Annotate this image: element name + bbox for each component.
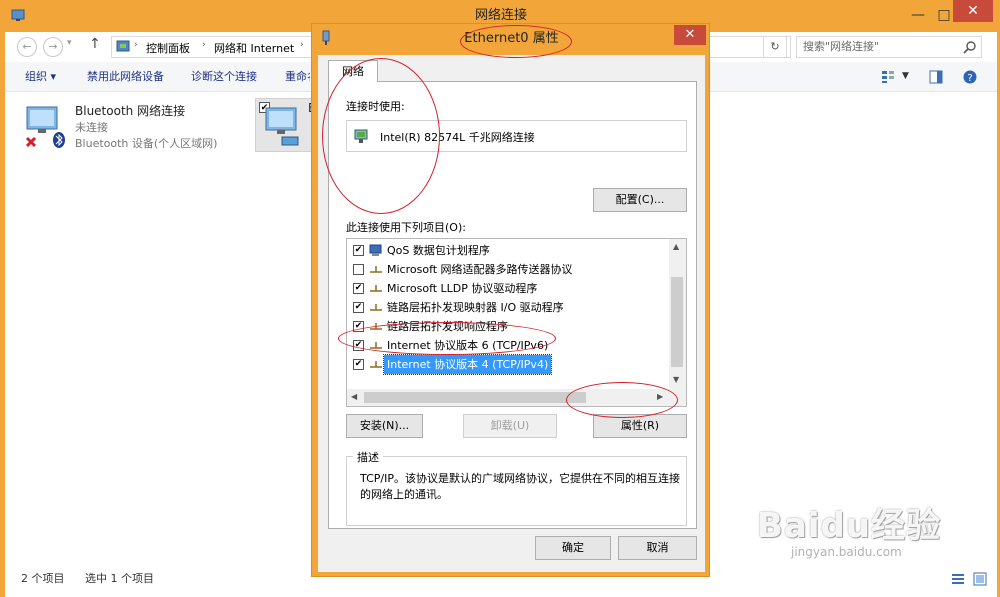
install-button[interactable]: 安装(N)... bbox=[346, 414, 423, 438]
protocol-icon bbox=[369, 282, 383, 295]
scroll-left-icon[interactable]: ◀ bbox=[351, 392, 357, 401]
breadcrumb-control-panel[interactable]: 控制面板 bbox=[146, 40, 190, 56]
breadcrumb-sep-2: › bbox=[300, 40, 304, 50]
item-label: QoS 数据包计划程序 bbox=[387, 244, 490, 257]
up-button[interactable]: ↑ bbox=[89, 36, 101, 52]
list-item[interactable]: ✔ QoS 数据包计划程序 bbox=[349, 241, 669, 260]
diagnose-command[interactable]: 诊断这个连接 bbox=[191, 62, 257, 92]
help-icon[interactable]: ? bbox=[963, 70, 977, 84]
annotation-ellipse-properties bbox=[566, 382, 678, 418]
organize-menu[interactable]: 组织 ▾ bbox=[25, 62, 56, 92]
connection-status: 未连接 bbox=[75, 121, 108, 134]
protocol-icon bbox=[369, 301, 383, 314]
recent-locations-button[interactable]: ▾ bbox=[67, 38, 72, 48]
annotation-ellipse-adapter bbox=[322, 58, 440, 214]
search-placeholder: 搜索"网络连接" bbox=[803, 40, 880, 53]
ethernet-network-icon bbox=[260, 105, 304, 149]
configure-button[interactable]: 配置(C)... bbox=[593, 188, 687, 212]
description-group: 描述 TCP/IP。该协议是默认的广域网络协议，它提供在不同的相互连接的网络上的… bbox=[346, 449, 687, 526]
item-label: 链路层拓扑发现映射器 I/O 驱动程序 bbox=[387, 301, 564, 314]
items-label: 此连接使用下列项目(O): bbox=[346, 221, 466, 234]
scroll-up-icon[interactable]: ▲ bbox=[673, 242, 679, 251]
search-input[interactable]: 搜索"网络连接" bbox=[796, 36, 982, 58]
back-button[interactable]: ← bbox=[17, 37, 37, 57]
connection-device: Bluetooth 设备(个人区域网) bbox=[75, 137, 218, 150]
item-label: Microsoft LLDP 协议驱动程序 bbox=[387, 282, 538, 295]
item-count: 2 个项目 bbox=[21, 572, 65, 585]
cancel-button[interactable]: 取消 bbox=[618, 536, 697, 560]
breadcrumb-network-internet[interactable]: 网络和 Internet bbox=[214, 40, 294, 56]
dialog-close-button[interactable]: ✕ bbox=[674, 25, 706, 45]
ok-button[interactable]: 确定 bbox=[535, 536, 611, 560]
item-checkbox[interactable]: ✔ bbox=[353, 245, 364, 256]
connection-name: Bluetooth 网络连接 bbox=[75, 104, 186, 118]
breadcrumb-sep-1: › bbox=[202, 40, 206, 50]
baidu-watermark-logo: Baidu经验 bbox=[757, 506, 942, 546]
item-checkbox[interactable]: ✔ bbox=[353, 283, 364, 294]
item-label: Internet 协议版本 4 (TCP/IPv4) bbox=[382, 354, 553, 375]
bluetooth-network-icon bbox=[23, 104, 67, 148]
view-options-icon[interactable] bbox=[881, 70, 895, 84]
selection-count: 选中 1 个项目 bbox=[85, 572, 154, 585]
item-checkbox[interactable] bbox=[353, 264, 364, 275]
item-checkbox[interactable]: ✔ bbox=[353, 302, 364, 313]
svg-text:?: ? bbox=[967, 73, 972, 84]
item-checkbox[interactable]: ✔ bbox=[353, 359, 364, 370]
qos-scheduler-icon bbox=[369, 244, 383, 257]
protocol-icon bbox=[369, 358, 383, 371]
details-view-icon[interactable] bbox=[951, 572, 965, 586]
control-panel-icon bbox=[116, 40, 130, 54]
description-text: TCP/IP。该协议是默认的广域网络协议，它提供在不同的相互连接的网络上的通讯。 bbox=[360, 472, 680, 501]
list-item-selected[interactable]: ✔ Internet 协议版本 4 (TCP/IPv4) bbox=[349, 354, 669, 375]
preview-pane-icon[interactable] bbox=[929, 70, 943, 84]
protocol-icon bbox=[369, 263, 383, 276]
refresh-button[interactable]: ↻ bbox=[763, 36, 787, 58]
scroll-down-icon[interactable]: ▼ bbox=[673, 375, 679, 384]
large-icons-view-icon[interactable] bbox=[973, 572, 987, 586]
close-button[interactable]: ✕ bbox=[953, 0, 993, 22]
hscroll-thumb[interactable] bbox=[364, 392, 586, 403]
uninstall-button: 卸载(U) bbox=[463, 414, 557, 438]
list-item[interactable]: ✔ Microsoft LLDP 协议驱动程序 bbox=[349, 279, 669, 298]
disable-device-command[interactable]: 禁用此网络设备 bbox=[87, 62, 164, 92]
list-item[interactable]: ✔ 链路层拓扑发现映射器 I/O 驱动程序 bbox=[349, 298, 669, 317]
annotation-ellipse-title bbox=[460, 25, 572, 58]
breadcrumb-sep-0: › bbox=[134, 40, 138, 50]
search-icon bbox=[963, 40, 977, 54]
view-dropdown-icon[interactable]: ▼ bbox=[902, 71, 909, 81]
connection-ethernet0[interactable]: ✔ E bbox=[255, 98, 316, 152]
forward-button[interactable]: → bbox=[43, 37, 63, 57]
list-item[interactable]: Microsoft 网络适配器多路传送器协议 bbox=[349, 260, 669, 279]
vertical-scrollbar[interactable]: ▲ ▼ bbox=[669, 239, 686, 389]
scroll-thumb[interactable] bbox=[671, 277, 683, 367]
rename-command[interactable]: 重命名 bbox=[285, 62, 310, 92]
properties-button[interactable]: 属性(R) bbox=[593, 414, 687, 438]
item-label: Microsoft 网络适配器多路传送器协议 bbox=[387, 263, 573, 276]
connection-bluetooth[interactable]: Bluetooth 网络连接 未连接 Bluetooth 设备(个人区域网) bbox=[21, 100, 251, 152]
baidu-watermark-url: jingyan.baidu.com bbox=[791, 545, 902, 559]
description-legend: 描述 bbox=[353, 449, 383, 465]
annotation-ellipse-ipv4 bbox=[338, 322, 556, 355]
